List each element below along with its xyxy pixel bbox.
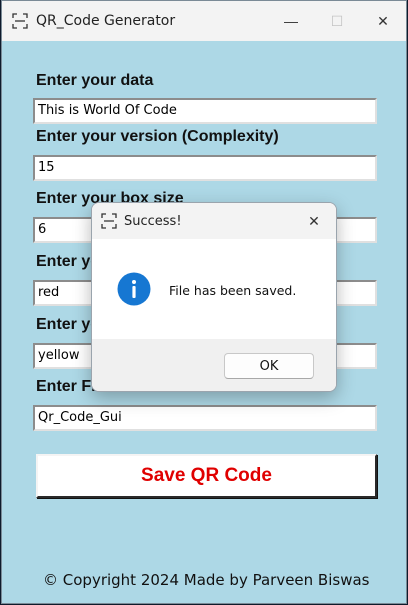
maximize-button[interactable]: ☐ xyxy=(314,1,360,41)
file-name-input[interactable]: Qr_Code_Gui xyxy=(33,405,377,431)
dialog-title: Success! xyxy=(124,213,182,229)
maximize-icon: ☐ xyxy=(330,12,344,29)
dialog-app-icon xyxy=(101,213,117,229)
dialog-title-bar[interactable]: Success! ✕ xyxy=(92,203,336,239)
dialog-footer: OK xyxy=(92,339,336,391)
save-qr-code-button[interactable]: Save QR Code xyxy=(36,454,377,498)
close-icon: ✕ xyxy=(308,212,320,229)
data-input[interactable]: This is World Of Code xyxy=(33,98,377,124)
dialog-close-button[interactable]: ✕ xyxy=(296,203,332,239)
close-icon: ✕ xyxy=(377,12,389,29)
copyright-footer: © Copyright 2024 Made by Parveen Biswas xyxy=(43,571,370,589)
dialog-body: File has been saved. xyxy=(92,239,336,339)
window-title: QR_Code Generator xyxy=(36,13,176,29)
version-input[interactable]: 15 xyxy=(33,155,377,181)
minimize-icon: — xyxy=(284,13,298,29)
success-dialog: Success! ✕ File has been saved. OK xyxy=(91,202,337,392)
info-icon xyxy=(117,272,151,306)
title-bar[interactable]: QR_Code Generator — ☐ ✕ xyxy=(2,1,406,41)
ok-button[interactable]: OK xyxy=(224,353,314,379)
window-controls: — ☐ ✕ xyxy=(268,1,406,41)
close-button[interactable]: ✕ xyxy=(360,1,406,41)
minimize-button[interactable]: — xyxy=(268,1,314,41)
app-icon xyxy=(12,13,28,29)
data-label: Enter your data xyxy=(36,72,154,89)
ok-button-label: OK xyxy=(259,358,279,374)
version-label: Enter your version (Complexity) xyxy=(36,128,279,145)
save-button-label: Save QR Code xyxy=(141,465,272,486)
dialog-message: File has been saved. xyxy=(169,283,297,298)
